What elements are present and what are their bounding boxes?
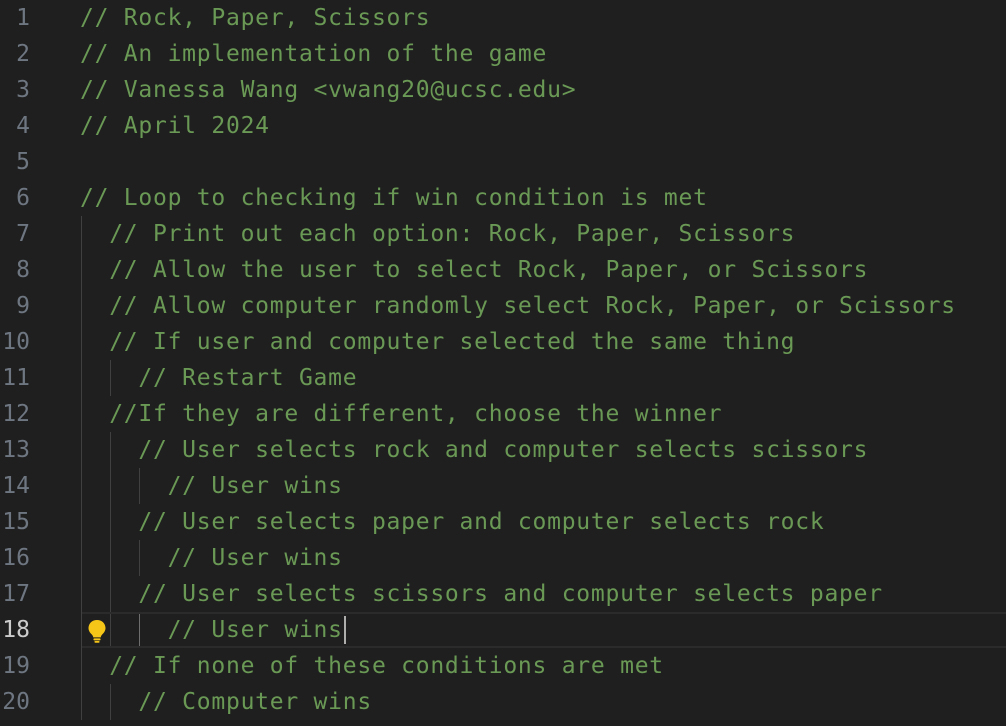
line-number: 15 — [2, 509, 30, 535]
line-number: 4 — [16, 113, 30, 139]
code-comment[interactable]: // An implementation of the game — [80, 36, 547, 72]
line-number: 16 — [2, 545, 30, 571]
line-number: 20 — [2, 689, 30, 715]
code-line[interactable]: 14 // User wins — [0, 468, 1006, 504]
code-comment[interactable]: // User selects rock and computer select… — [80, 432, 868, 468]
line-number: 2 — [16, 41, 30, 67]
code-line[interactable]: 8 // Allow the user to select Rock, Pape… — [0, 252, 1006, 288]
code-comment[interactable]: // April 2024 — [80, 108, 270, 144]
code-comment[interactable]: // User wins — [80, 540, 343, 576]
code-line[interactable]: 3 // Vanessa Wang <vwang20@ucsc.edu> — [0, 72, 1006, 108]
code-comment[interactable]: // If user and computer selected the sam… — [80, 324, 795, 360]
line-number: 5 — [16, 149, 30, 175]
code-line[interactable]: 20 // Computer wins — [0, 684, 1006, 720]
line-number: 14 — [2, 473, 30, 499]
code-line[interactable]: 7 // Print out each option: Rock, Paper,… — [0, 216, 1006, 252]
line-number: 8 — [16, 257, 30, 283]
code-comment[interactable]: // User selects paper and computer selec… — [80, 504, 824, 540]
line-number: 1 — [16, 5, 30, 31]
code-line[interactable]: 5 — [0, 144, 1006, 180]
code-comment[interactable]: //If they are different, choose the winn… — [80, 396, 722, 432]
line-number: 11 — [2, 365, 30, 391]
line-number: 7 — [16, 221, 30, 247]
code-line[interactable]: 2 // An implementation of the game — [0, 36, 1006, 72]
code-line[interactable]: 16 // User wins — [0, 540, 1006, 576]
line-number: 18 — [2, 617, 30, 643]
code-comment[interactable]: // If none of these conditions are met — [80, 648, 664, 684]
code-line[interactable]: 1 // Rock, Paper, Scissors — [0, 0, 1006, 36]
code-line[interactable]: 15 // User selects paper and computer se… — [0, 504, 1006, 540]
code-line[interactable]: 12 //If they are different, choose the w… — [0, 396, 1006, 432]
code-line[interactable]: 17 // User selects scissors and computer… — [0, 576, 1006, 612]
line-number: 19 — [2, 653, 30, 679]
code-comment[interactable]: // Allow the user to select Rock, Paper,… — [80, 252, 868, 288]
code-line[interactable]: 9 // Allow computer randomly select Rock… — [0, 288, 1006, 324]
code-comment[interactable]: // Vanessa Wang <vwang20@ucsc.edu> — [80, 72, 576, 108]
line-number: 3 — [16, 77, 30, 103]
text-cursor — [343, 616, 346, 644]
code-comment[interactable]: // Allow computer randomly select Rock, … — [80, 288, 956, 324]
code-line[interactable]: 6 // Loop to checking if win condition is… — [0, 180, 1006, 216]
line-number: 10 — [2, 329, 30, 355]
code-line[interactable]: 19 // If none of these conditions are me… — [0, 648, 1006, 684]
code-line[interactable]: 18 // User wins — [0, 612, 1006, 648]
code-editor[interactable]: 1 // Rock, Paper, Scissors 2 // An implemen… — [0, 0, 1006, 726]
line-number: 13 — [2, 437, 30, 463]
code-comment[interactable]: // Rock, Paper, Scissors — [80, 0, 430, 36]
line-number: 17 — [2, 581, 30, 607]
line-number: 9 — [16, 293, 30, 319]
code-comment[interactable]: // Print out each option: Rock, Paper, S… — [80, 216, 795, 252]
code-line[interactable]: 10 // If user and computer selected the … — [0, 324, 1006, 360]
code-comment[interactable]: // User wins — [80, 468, 343, 504]
line-number: 6 — [16, 185, 30, 211]
code-line[interactable]: 11 // Restart Game — [0, 360, 1006, 396]
code-comment[interactable]: // Computer wins — [80, 684, 372, 720]
code-comment[interactable]: // User wins — [80, 612, 343, 648]
code-line[interactable]: 13 // User selects rock and computer sel… — [0, 432, 1006, 468]
code-comment[interactable]: // User selects scissors and computer se… — [80, 576, 883, 612]
code-line[interactable]: 4 // April 2024 — [0, 108, 1006, 144]
line-number: 12 — [2, 401, 30, 427]
code-comment[interactable]: // Loop to checking if win condition is … — [80, 180, 708, 216]
code-comment[interactable]: // Restart Game — [80, 360, 357, 396]
